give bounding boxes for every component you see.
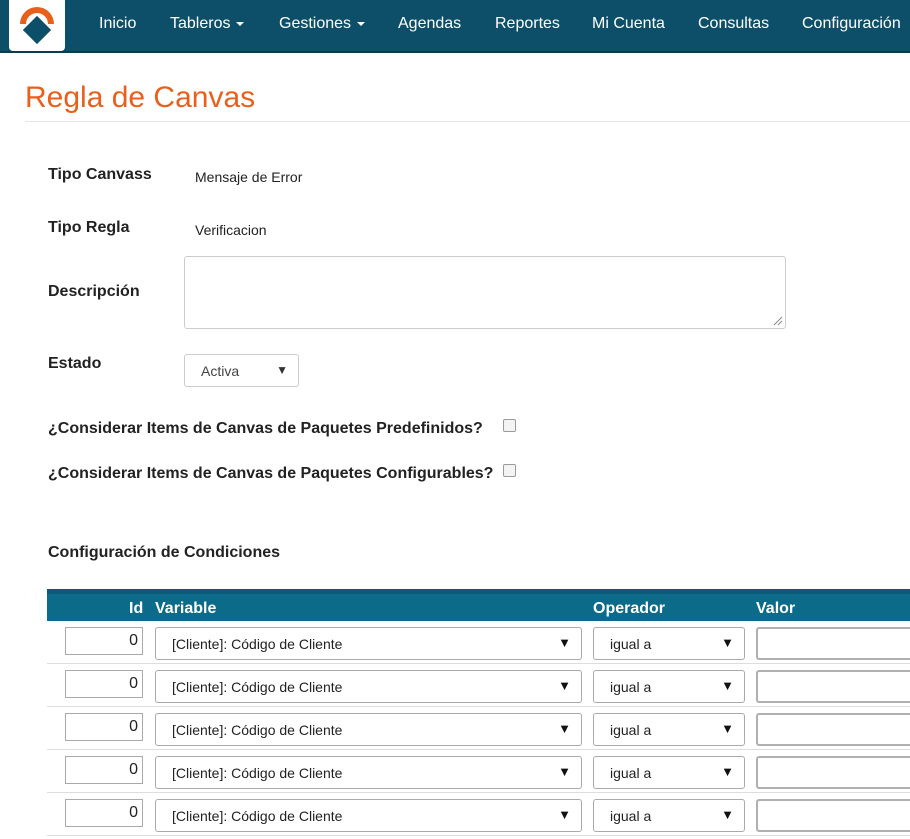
caret-down-icon: [357, 21, 366, 26]
configurables-label: ¿Considerar Items de Canvas de Paquetes …: [48, 465, 494, 482]
condition-variable-select[interactable]: [Cliente]: Código de Cliente ▼: [155, 799, 582, 832]
nav-mi-cuenta[interactable]: Mi Cuenta: [592, 0, 665, 47]
condition-variable-select[interactable]: [Cliente]: Código de Cliente ▼: [155, 713, 582, 746]
triangle-down-icon: ▼: [721, 635, 734, 650]
nav-mi-cuenta-label: Mi Cuenta: [592, 15, 665, 32]
nav-agendas[interactable]: Agendas: [398, 0, 461, 47]
condition-id-input[interactable]: 0: [65, 670, 143, 698]
condition-value-input[interactable]: [756, 799, 910, 832]
column-header-operador: Operador: [593, 600, 666, 617]
condition-variable-select[interactable]: [Cliente]: Código de Cliente ▼: [155, 627, 582, 660]
triangle-down-icon: ▼: [721, 721, 734, 736]
tipo-regla-value: Verificacion: [195, 222, 267, 238]
predefinidos-label: ¿Considerar Items de Canvas de Paquetes …: [48, 420, 483, 437]
conditions-section-title: Configuración de Condiciones: [48, 544, 281, 561]
nav-gestiones-label: Gestiones: [279, 15, 352, 32]
tipo-canvass-label: Tipo Canvass: [48, 166, 152, 183]
condition-value-input[interactable]: [756, 627, 910, 660]
tipo-canvass-value: Mensaje de Error: [195, 169, 303, 185]
page-title: Regla de Canvas: [25, 81, 256, 114]
condition-id-input[interactable]: 0: [65, 756, 143, 784]
triangle-down-icon: ▼: [721, 678, 734, 693]
triangle-down-icon: ▼: [558, 678, 571, 693]
condition-id-input[interactable]: 0: [65, 713, 143, 741]
condition-variable-value: [Cliente]: Código de Cliente: [172, 722, 343, 738]
table-row: 0 [Cliente]: Código de Cliente ▼ igual a ▼: [47, 750, 910, 793]
nav-tableros[interactable]: Tableros: [170, 0, 245, 47]
table-row: 0 [Cliente]: Código de Cliente ▼ igual a ▼: [47, 707, 910, 750]
nav-reportes[interactable]: Reportes: [495, 0, 560, 47]
triangle-down-icon: ▼: [558, 635, 571, 650]
triangle-down-icon: ▼: [558, 721, 571, 736]
triangle-down-icon: ▼: [558, 807, 571, 822]
condition-variable-value: [Cliente]: Código de Cliente: [172, 808, 343, 824]
condition-value-input[interactable]: [756, 756, 910, 789]
condition-variable-select[interactable]: [Cliente]: Código de Cliente ▼: [155, 670, 582, 703]
condition-operator-select[interactable]: igual a ▼: [593, 799, 745, 832]
triangle-down-icon: ▼: [721, 764, 734, 779]
predefinidos-checkbox[interactable]: [503, 419, 516, 432]
nav-consultas[interactable]: Consultas: [698, 0, 769, 47]
condition-variable-select[interactable]: [Cliente]: Código de Cliente ▼: [155, 756, 582, 789]
nav-configuracion-label: Configuración: [802, 15, 901, 32]
title-divider: [25, 121, 910, 122]
nav-inicio[interactable]: Inicio: [99, 0, 136, 47]
triangle-down-icon: ▼: [558, 764, 571, 779]
condition-operator-select[interactable]: igual a ▼: [593, 627, 745, 660]
triangle-down-icon: ▼: [721, 807, 734, 822]
column-header-id: Id: [129, 600, 144, 617]
condition-variable-value: [Cliente]: Código de Cliente: [172, 636, 343, 652]
table-row: 0 [Cliente]: Código de Cliente ▼ igual a ▼: [47, 621, 910, 664]
nav-agendas-label: Agendas: [398, 15, 462, 32]
nav-configuracion[interactable]: Configuración: [802, 0, 901, 47]
condition-id-input[interactable]: 0: [65, 627, 143, 655]
condition-operator-value: igual a: [610, 722, 652, 738]
condition-operator-select[interactable]: igual a ▼: [593, 670, 745, 703]
condition-value-input[interactable]: [756, 713, 910, 746]
condition-operator-value: igual a: [610, 679, 652, 695]
nav-tableros-label: Tableros: [170, 15, 231, 32]
descripcion-label: Descripción: [48, 283, 140, 300]
estado-selected-value: Activa: [201, 363, 240, 379]
condition-operator-value: igual a: [610, 765, 652, 781]
nav-reportes-label: Reportes: [495, 15, 560, 32]
caret-down-icon: [236, 21, 245, 26]
triangle-down-icon: ▼: [276, 363, 288, 377]
column-header-valor: Valor: [756, 600, 796, 617]
nav-gestiones[interactable]: Gestiones: [279, 0, 366, 47]
condition-operator-value: igual a: [610, 636, 652, 652]
nav-inicio-label: Inicio: [99, 15, 137, 32]
condition-operator-select[interactable]: igual a ▼: [593, 756, 745, 789]
conditions-table-header: Id Variable Operador Valor: [47, 589, 910, 621]
company-logo[interactable]: [9, 0, 65, 51]
table-row: 0 [Cliente]: Código de Cliente ▼ igual a ▼: [47, 664, 910, 707]
column-header-variable: Variable: [155, 600, 217, 617]
top-navbar: Inicio Tableros Gestiones Agendas Report…: [0, 0, 910, 53]
condition-id-input[interactable]: 0: [65, 799, 143, 827]
condition-operator-select[interactable]: igual a ▼: [593, 713, 745, 746]
condition-value-input[interactable]: [756, 670, 910, 703]
estado-select[interactable]: Activa ▼: [184, 354, 299, 387]
table-row: 0 [Cliente]: Código de Cliente ▼ igual a ▼: [47, 793, 910, 836]
condition-variable-value: [Cliente]: Código de Cliente: [172, 765, 343, 781]
descripcion-textarea[interactable]: [184, 256, 786, 329]
configurables-checkbox[interactable]: [503, 464, 516, 477]
logo-icon: [20, 7, 54, 45]
nav-consultas-label: Consultas: [698, 15, 770, 32]
condition-operator-value: igual a: [610, 808, 652, 824]
tipo-regla-label: Tipo Regla: [48, 219, 130, 236]
condition-variable-value: [Cliente]: Código de Cliente: [172, 679, 343, 695]
resize-grip-icon[interactable]: [773, 316, 783, 326]
estado-label: Estado: [48, 355, 102, 372]
